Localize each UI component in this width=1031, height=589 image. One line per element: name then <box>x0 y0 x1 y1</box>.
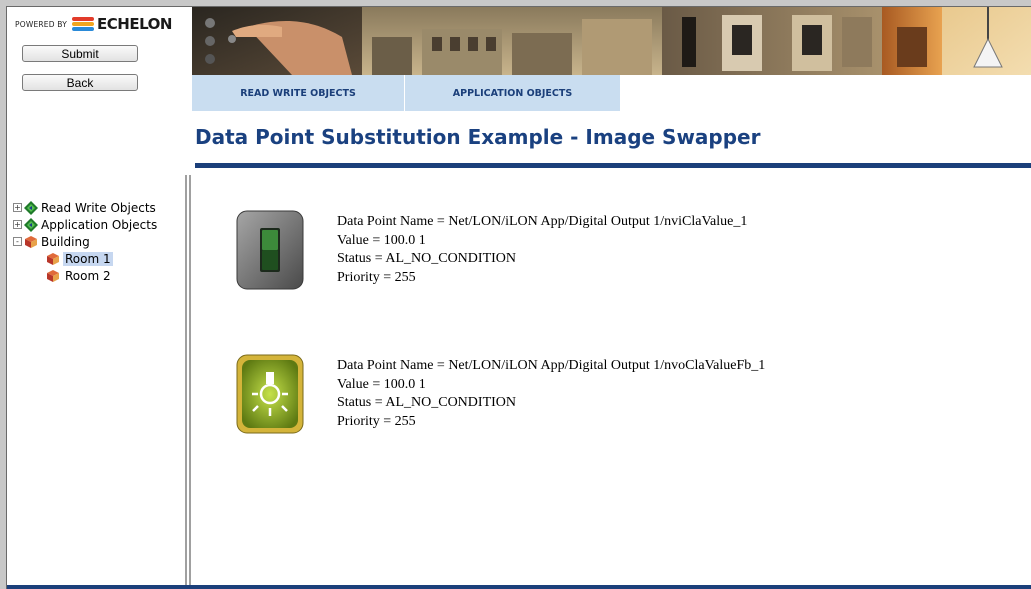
tree-item-building[interactable]: - Building <box>13 233 157 250</box>
left-panel: POWERED BY ECHELON Submit Back + Read Wr… <box>7 7 185 589</box>
light-bulb-icon[interactable] <box>236 354 304 434</box>
datapoint-priority: Priority = 255 <box>337 413 416 429</box>
navigation-tree: + Read Write Objects + Application Objec… <box>13 199 157 284</box>
tab-bar: READ WRITE OBJECTS APPLICATION OBJECTS <box>192 75 621 111</box>
datapoint-name: Data Point Name = Net/LON/iLON App/Digit… <box>337 214 748 229</box>
cube-icon <box>25 235 37 248</box>
page-title: Data Point Substitution Example - Image … <box>195 125 761 149</box>
cube-icon <box>47 252 59 265</box>
datapoint-value: Value = 100.0 1 <box>337 232 426 248</box>
tree-item-label: Application Objects <box>41 217 158 232</box>
cube-icon <box>47 269 59 282</box>
back-button[interactable]: Back <box>22 74 138 91</box>
tree-item-room-1[interactable]: Room 1 <box>13 250 157 267</box>
datapoint-details: Data Point Name = Net/LON/iLON App/Digit… <box>337 357 765 431</box>
diamond-icon <box>24 217 38 232</box>
header-banner-image <box>192 7 1031 75</box>
tree-item-label: Read Write Objects <box>41 200 156 215</box>
datapoint-status: Status = AL_NO_CONDITION <box>337 251 516 266</box>
browser-frame: POWERED BY ECHELON Submit Back + Read Wr… <box>6 6 1031 589</box>
datapoint-status: Status = AL_NO_CONDITION <box>337 395 516 410</box>
toggle-switch-icon[interactable] <box>236 210 304 290</box>
tab-application-objects[interactable]: APPLICATION OBJECTS <box>405 75 621 111</box>
tree-item-room-2[interactable]: Room 2 <box>13 267 157 284</box>
tree-item-read-write-objects[interactable]: + Read Write Objects <box>13 199 157 216</box>
expand-icon[interactable]: + <box>13 220 22 229</box>
tree-item-application-objects[interactable]: + Application Objects <box>13 216 157 233</box>
title-divider <box>195 163 1031 168</box>
datapoint-name: Data Point Name = Net/LON/iLON App/Digit… <box>337 358 766 373</box>
expand-icon[interactable]: + <box>13 203 22 212</box>
tree-item-label: Room 1 <box>63 251 113 266</box>
diamond-icon <box>24 200 38 215</box>
collapse-icon[interactable]: - <box>13 237 22 246</box>
echelon-logo-icon <box>72 17 95 31</box>
submit-button[interactable]: Submit <box>22 45 138 62</box>
datapoint-details: Data Point Name = Net/LON/iLON App/Digit… <box>337 213 747 287</box>
powered-by-logo: POWERED BY ECHELON <box>15 13 172 35</box>
footer-bar <box>7 585 1031 589</box>
tree-item-label: Room 2 <box>65 268 111 283</box>
brand-name: ECHELON <box>97 15 172 33</box>
tree-item-label: Building <box>41 234 90 249</box>
datapoint-value: Value = 100.0 1 <box>337 376 426 392</box>
powered-by-text: POWERED BY <box>15 19 68 29</box>
panel-splitter[interactable] <box>185 175 192 589</box>
tab-read-write-objects[interactable]: READ WRITE OBJECTS <box>192 75 405 111</box>
datapoint-priority: Priority = 255 <box>337 269 416 285</box>
